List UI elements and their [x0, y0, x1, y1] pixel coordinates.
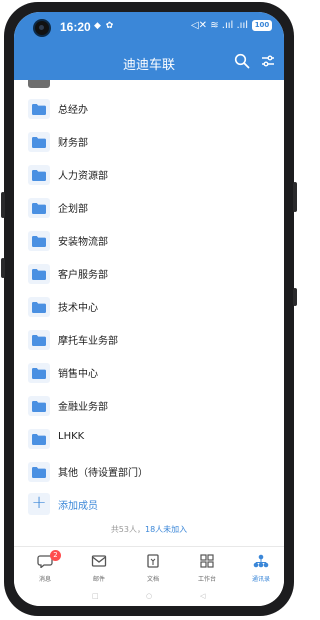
- department-label: 技术中心: [58, 303, 98, 314]
- department-label: 企划部: [58, 204, 88, 215]
- unread-badge: 2: [50, 550, 61, 561]
- department-list: 总经办财务部人力资源部企划部安装物流部客户服务部技术中心摩托车业务部 销售中心金融…: [14, 80, 284, 521]
- department-row[interactable]: 人力资源部: [14, 158, 284, 191]
- folder-icon: [28, 297, 50, 317]
- tab-mail[interactable]: 邮件: [76, 553, 122, 583]
- department-row[interactable]: 其他（待设置部门）: [14, 455, 284, 488]
- department-label: 财务部: [58, 138, 88, 149]
- department-label: 其他（待设置部门）: [58, 468, 148, 479]
- department-row[interactable]: 财务部: [14, 125, 284, 158]
- folder-icon: [28, 165, 50, 185]
- department-row[interactable]: 技术中心: [14, 290, 284, 323]
- department-label: 销售中心: [58, 369, 98, 380]
- department-label: 总经办: [58, 105, 88, 116]
- folder-icon: [28, 330, 50, 350]
- department-row[interactable]: 客户服务部: [14, 257, 284, 290]
- folder-icon: [28, 132, 50, 152]
- department-row[interactable]: LHKK: [14, 422, 284, 455]
- system-nav-bar: □ ○ ◁: [14, 588, 284, 606]
- status-time: 16:20: [60, 20, 91, 34]
- department-label: 安装物流部: [58, 237, 108, 248]
- tab-label: 消息: [38, 576, 51, 583]
- tab-label: 工作台: [197, 576, 216, 583]
- not-joined-link[interactable]: 18人未加入: [145, 525, 187, 534]
- status-bar: 16:20 ◆ ✿ ◁✕ ≋ .ııl .ııl 100: [14, 12, 284, 44]
- bottom-tab-bar: 2 消息 邮件 文档 工作台 通讯录: [14, 546, 284, 589]
- volume-button-left: [1, 258, 5, 278]
- tab-label: 通讯录: [251, 576, 270, 583]
- volume-up-button: [293, 182, 297, 212]
- search-icon[interactable]: [234, 53, 250, 73]
- scrolled-item-peek: [14, 80, 284, 92]
- folder-icon: [28, 198, 50, 218]
- tab-messages[interactable]: 2 消息: [22, 550, 68, 583]
- phone-frame: 16:20 ◆ ✿ ◁✕ ≋ .ııl .ııl 100 迪迪车联 总经办财务部…: [1, 2, 297, 616]
- tab-contacts[interactable]: 通讯录: [238, 553, 284, 583]
- member-summary: 共53人，18人未加入: [14, 524, 284, 535]
- folder-icon: [28, 363, 50, 383]
- department-row[interactable]: 金融业务部: [14, 389, 284, 422]
- mail-icon: [91, 555, 107, 567]
- member-total: 共53人，: [110, 525, 145, 534]
- department-rows: 总经办财务部人力资源部企划部安装物流部客户服务部技术中心摩托车业务部 销售中心金融…: [14, 92, 284, 488]
- department-row[interactable]: 摩托车业务部: [14, 323, 284, 356]
- battery-icon: 100: [252, 20, 272, 31]
- workbench-icon: [200, 554, 214, 568]
- avatar: [28, 80, 50, 88]
- tab-workbench[interactable]: 工作台: [184, 553, 230, 583]
- department-label: LHKK: [58, 431, 85, 442]
- tab-label: 邮件: [92, 576, 105, 583]
- department-label: 人力资源部: [58, 171, 108, 182]
- folder-icon: [28, 429, 50, 449]
- folder-icon: [28, 99, 50, 119]
- document-icon: [147, 554, 159, 568]
- status-signal-icons: ◁✕ ≋ .ııl .ııl: [190, 20, 248, 31]
- volume-down-button: [293, 288, 297, 306]
- folder-icon: [28, 264, 50, 284]
- add-member-label: 添加成员: [58, 501, 98, 512]
- power-button: [1, 192, 5, 218]
- department-label: 摩托车业务部: [58, 336, 118, 347]
- department-row[interactable]: 总经办: [14, 92, 284, 125]
- department-row[interactable]: 安装物流部: [14, 224, 284, 257]
- department-row[interactable]: 企划部: [14, 191, 284, 224]
- status-right-icons: ◁✕ ≋ .ııl .ııl 100: [191, 20, 272, 31]
- filter-icon[interactable]: [260, 53, 276, 73]
- home-button[interactable]: ○: [146, 592, 152, 600]
- folder-icon: [28, 462, 50, 482]
- folder-icon: [28, 396, 50, 416]
- status-left-icons: ◆ ✿: [94, 21, 115, 31]
- tab-label: 文档: [146, 576, 159, 583]
- contacts-icon: [253, 554, 269, 568]
- tab-documents[interactable]: 文档: [130, 553, 176, 583]
- recent-apps-button[interactable]: □: [92, 592, 99, 600]
- app-bar: 迪迪车联: [14, 44, 284, 80]
- department-label: 金融业务部: [58, 402, 108, 413]
- plus-icon: +: [28, 493, 50, 515]
- back-button[interactable]: ◁: [200, 592, 205, 600]
- add-member-button[interactable]: + 添加成员: [14, 488, 284, 521]
- department-label: 客户服务部: [58, 270, 108, 281]
- department-row[interactable]: 销售中心: [14, 356, 284, 389]
- screen: 16:20 ◆ ✿ ◁✕ ≋ .ııl .ııl 100 迪迪车联 总经办财务部…: [14, 12, 284, 606]
- front-camera: [35, 21, 49, 35]
- folder-icon: [28, 231, 50, 251]
